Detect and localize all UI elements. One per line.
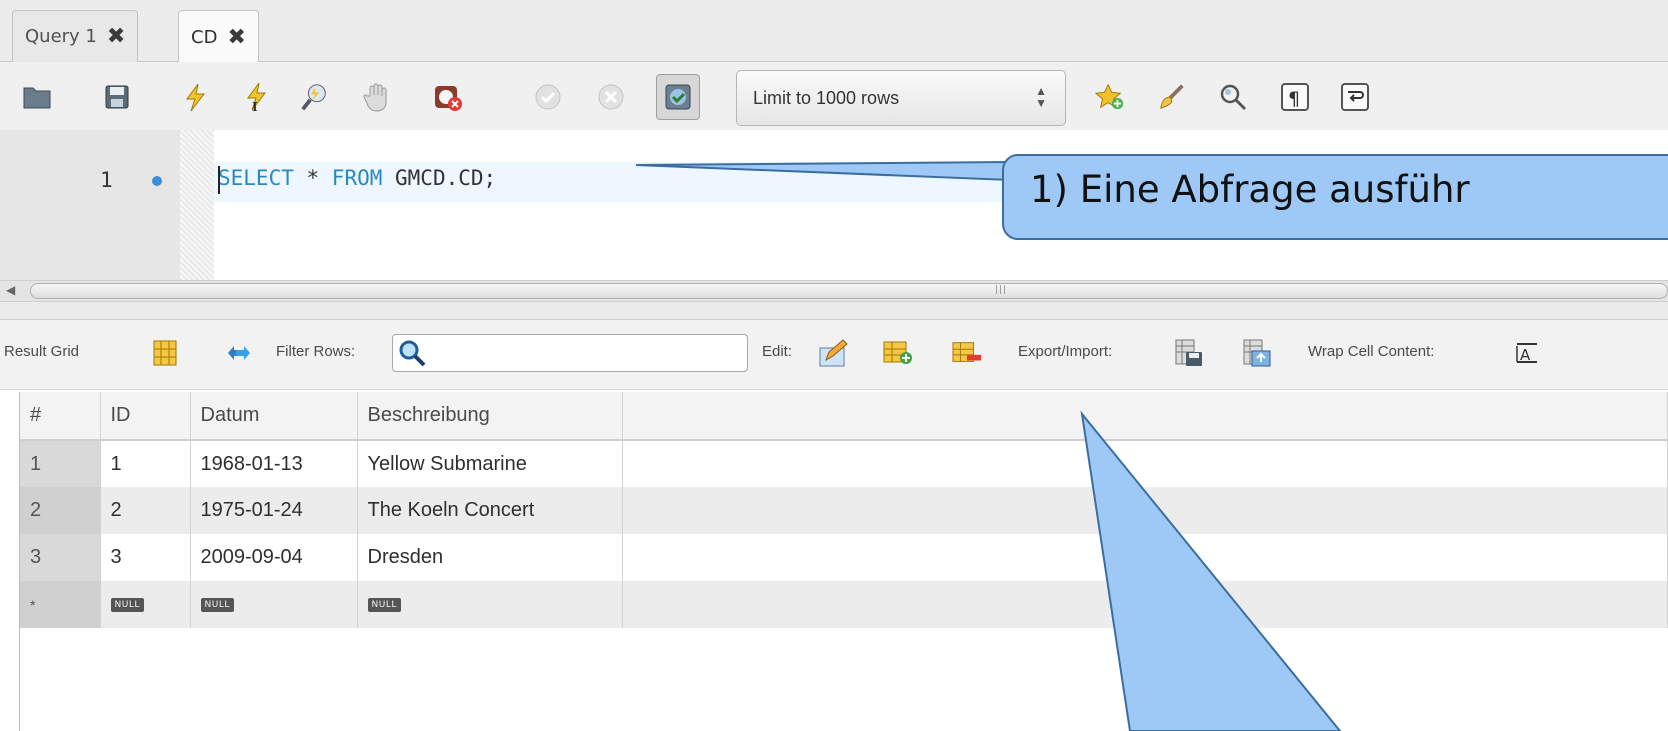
tab-cd[interactable]: CD ✖ — [178, 10, 259, 63]
table-row[interactable]: 3 3 2009-09-04 Dresden — [20, 534, 1668, 581]
filter-rows-input[interactable] — [392, 334, 748, 372]
filter-rows-field[interactable] — [431, 339, 741, 367]
table-row[interactable]: 1 1 1968-01-13 Yellow Submarine — [20, 440, 1668, 487]
grid-left-edge — [0, 392, 20, 731]
limit-select-label: Limit to 1000 rows — [753, 87, 900, 108]
statement-marker-icon — [152, 176, 162, 186]
result-grid-label[interactable]: Result Grid — [4, 343, 79, 360]
invisible-chars-icon[interactable]: ¶ — [1280, 80, 1310, 114]
column-header[interactable]: Beschreibung — [357, 392, 623, 441]
stop-icon[interactable] — [362, 80, 392, 114]
null-badge: NULL — [110, 597, 144, 612]
row-number[interactable]: 2 — [20, 487, 101, 534]
column-header-filler — [622, 392, 1668, 441]
find-icon[interactable] — [1218, 80, 1248, 114]
panel-splitter[interactable] — [0, 302, 1668, 320]
keyword-select: SELECT — [218, 166, 294, 190]
autocommit-icon[interactable] — [656, 74, 700, 120]
wrap-cell-label: Wrap Cell Content: — [1308, 343, 1435, 360]
callout-text: 1) Eine Abfrage ausführ — [1030, 168, 1470, 211]
table-cell-filler — [622, 534, 1668, 581]
add-row-icon[interactable] — [883, 336, 913, 370]
line-number: 1 — [100, 168, 113, 192]
delete-row-icon[interactable] — [952, 336, 982, 370]
table-cell[interactable]: NULL — [100, 581, 191, 628]
table-row[interactable]: 2 2 1975-01-24 The Koeln Concert — [20, 487, 1668, 534]
explain-icon[interactable] — [300, 80, 330, 114]
scrollbar-thumb[interactable] — [30, 283, 1668, 299]
row-number[interactable]: 1 — [20, 440, 101, 487]
row-number[interactable]: 3 — [20, 534, 101, 581]
wrap-cell-toggle-icon[interactable]: A — [1512, 336, 1542, 370]
table-cell[interactable]: The Koeln Concert — [357, 487, 623, 534]
table-cell[interactable]: 2009-09-04 — [190, 534, 358, 581]
edit-cell-icon[interactable] — [818, 336, 848, 370]
tab-label: CD — [191, 26, 218, 48]
result-toolbar: Result Grid Filter Rows: Edit: Export/Im… — [0, 320, 1668, 390]
table-cell[interactable]: 1 — [100, 440, 191, 487]
commit-icon[interactable] — [533, 80, 563, 114]
export-import-label: Export/Import: — [1018, 343, 1113, 360]
open-folder-icon[interactable] — [22, 80, 52, 114]
table-cell[interactable]: Yellow Submarine — [357, 440, 623, 487]
null-badge: NULL — [200, 597, 234, 612]
result-grid-icon[interactable] — [150, 336, 180, 370]
add-snippet-icon[interactable] — [1095, 80, 1125, 114]
execute-current-icon[interactable]: I — [242, 80, 272, 114]
code-star: * — [293, 166, 332, 190]
table-cell[interactable]: Dresden — [357, 534, 623, 581]
spinner-arrows-icon: ▲ ▼ — [1035, 84, 1047, 110]
line-number-gutter — [0, 130, 180, 280]
execute-icon[interactable] — [180, 80, 210, 114]
keyword-from: FROM — [331, 166, 383, 190]
svg-text:I: I — [252, 100, 258, 113]
edit-label: Edit: — [762, 343, 793, 360]
text-caret — [218, 166, 220, 194]
beautify-icon[interactable] — [1158, 80, 1188, 114]
close-icon[interactable]: ✖ — [227, 25, 245, 50]
grid-header-row: # ID Datum Beschreibung — [20, 392, 1668, 441]
horizontal-scrollbar[interactable]: ◀ ||| — [0, 280, 1668, 302]
sql-code-line[interactable]: SELECT * FROM GMCD.CD; — [218, 166, 496, 190]
search-icon — [399, 340, 426, 367]
export-icon[interactable] — [1174, 336, 1204, 370]
rollback-icon[interactable] — [596, 80, 626, 114]
limit-rows-select[interactable]: Limit to 1000 rows ▲ ▼ — [736, 70, 1066, 126]
table-cell[interactable]: 2 — [100, 487, 191, 534]
fold-margin — [180, 130, 214, 280]
new-row[interactable]: * NULL NULL NULL — [20, 581, 1668, 628]
table-cell-filler — [622, 487, 1668, 534]
column-header[interactable]: ID — [100, 392, 191, 441]
table-cell-filler — [622, 581, 1668, 628]
svg-text:¶: ¶ — [1288, 88, 1300, 110]
refresh-icon[interactable] — [224, 336, 254, 370]
tab-query-1[interactable]: Query 1 ✖ — [12, 10, 139, 62]
code-table-name: GMCD.CD; — [382, 166, 497, 190]
close-icon[interactable]: ✖ — [107, 24, 125, 49]
result-grid[interactable]: # ID Datum Beschreibung 1 1 1968-01-13 Y… — [20, 392, 1668, 628]
tab-bar: Query 1 ✖ CD ✖ — [0, 0, 1668, 63]
table-cell[interactable]: 1968-01-13 — [190, 440, 358, 487]
toggle-continue-on-error-icon[interactable] — [433, 80, 463, 114]
new-row-marker[interactable]: * — [20, 581, 101, 628]
save-icon[interactable] — [102, 80, 132, 114]
filter-rows-label: Filter Rows: — [276, 343, 356, 360]
column-header[interactable]: # — [20, 392, 101, 441]
table-cell[interactable]: 1975-01-24 — [190, 487, 358, 534]
table-cell[interactable]: NULL — [357, 581, 623, 628]
table-cell[interactable]: 3 — [100, 534, 191, 581]
column-header[interactable]: Datum — [190, 392, 358, 441]
scroll-grip-icon: ||| — [995, 285, 1008, 295]
import-icon[interactable] — [1242, 336, 1272, 370]
null-badge: NULL — [367, 597, 401, 612]
table-cell[interactable]: NULL — [190, 581, 358, 628]
scroll-left-icon[interactable]: ◀ — [6, 283, 15, 297]
table-cell-filler — [622, 440, 1668, 487]
tab-label: Query 1 — [25, 26, 97, 47]
word-wrap-icon[interactable] — [1340, 80, 1370, 114]
